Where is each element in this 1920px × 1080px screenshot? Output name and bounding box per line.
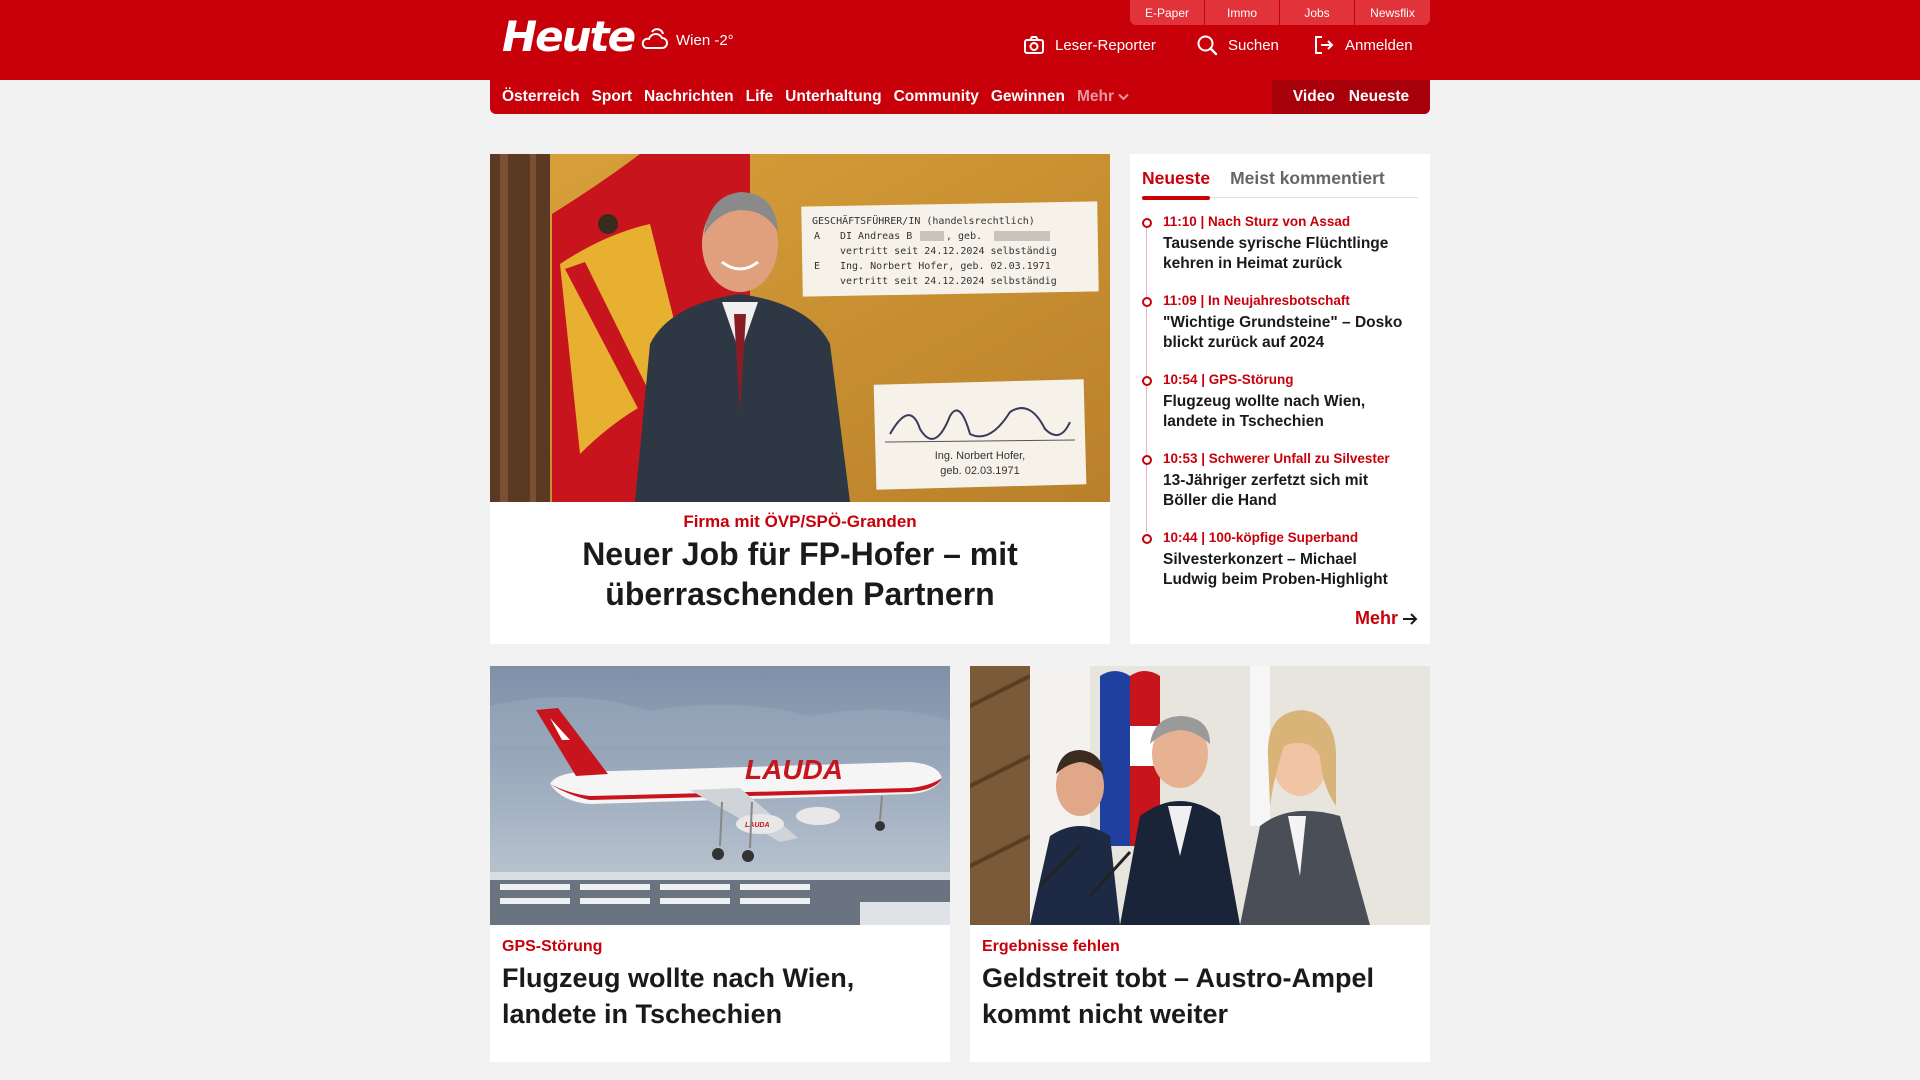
article-card-image[interactable]: LAUDA LAUDA: [490, 666, 950, 925]
chevron-down-icon: [1118, 93, 1129, 101]
nav-more-label: Mehr: [1076, 88, 1114, 105]
arrow-right-icon: [1403, 612, 1418, 625]
article-card-kicker: Ergebnisse fehlen: [982, 938, 1120, 955]
nav-item-life[interactable]: Life: [746, 88, 774, 106]
doc-line-a-suffix: , geb.: [946, 231, 982, 242]
nav-item-nachrichten[interactable]: Nachrichten: [644, 88, 734, 106]
news-title[interactable]: "Wichtige Grundsteine" – Dosko blickt zu…: [1163, 313, 1413, 353]
doc-line-a-letter: A: [814, 231, 820, 242]
main-navigation: Österreich Sport Nachrichten Life Unterh…: [490, 80, 1430, 114]
camera-icon: [1024, 36, 1044, 54]
service-link-newsflix[interactable]: Newsflix: [1355, 0, 1430, 25]
doc-line-a2: vertritt seit 24.12.2024 selbständig: [840, 246, 1057, 257]
news-meta: 10:53 | Schwerer Unfall zu Silvester: [1163, 451, 1390, 466]
lead-photo: GESCHÄFTSFÜHRER/IN (handelsrechtlich) A …: [490, 154, 1110, 502]
news-meta: 11:10 | Nach Sturz von Assad: [1163, 214, 1351, 229]
sidebar-more-link[interactable]: Mehr: [1355, 608, 1418, 629]
nav-item-community[interactable]: Community: [894, 88, 979, 106]
leser-reporter-label: Leser-Reporter: [1055, 36, 1156, 54]
timeline-dot: [1142, 534, 1152, 544]
tab-meist-kommentiert[interactable]: Meist kommentiert: [1230, 164, 1385, 198]
article-card-title[interactable]: Flugzeug wollte nach Wien, landete in Ts…: [502, 960, 942, 1032]
service-link-immo[interactable]: Immo: [1205, 0, 1280, 25]
doc-line-e: Ing. Norbert Hofer, geb. 02.03.1971: [840, 261, 1051, 272]
latest-news-sidebar: Neueste Meist kommentiert 11:10 | Nach S…: [1130, 154, 1430, 644]
lead-kicker: Firma mit ÖVP/SPÖ-Granden: [683, 512, 917, 531]
news-meta: 10:44 | 100-köpfige Superband: [1163, 530, 1359, 545]
site-logo[interactable]: Heute: [502, 12, 636, 61]
news-title[interactable]: 13-Jähriger zerfetzt sich mit Böller die…: [1163, 471, 1413, 511]
nav-item-unterhaltung[interactable]: Unterhaltung: [785, 88, 881, 106]
weather-widget[interactable]: Wien -2°: [638, 26, 734, 54]
sidebar-tabs: Neueste Meist kommentiert: [1142, 164, 1418, 200]
doc-line-e2: vertritt seit 24.12.2024 selbständig: [840, 276, 1057, 287]
doc-line-e-letter: E: [814, 261, 820, 272]
signature-date: geb. 02.03.1971: [940, 465, 1020, 477]
airplane-photo: LAUDA LAUDA: [490, 666, 950, 925]
service-link-jobs[interactable]: Jobs: [1280, 0, 1355, 25]
press-conference-photo: [970, 666, 1430, 925]
site-header: Heute Wien -2° E-Paper Immo Jobs Newsfli…: [0, 0, 1920, 80]
login-label: Anmelden: [1345, 36, 1413, 54]
news-title[interactable]: Flugzeug wollte nach Wien, landete in Ts…: [1163, 392, 1413, 432]
article-card[interactable]: Ergebnisse fehlen Geldstreit tobt – Aust…: [970, 666, 1430, 1062]
svg-text:LAUDA: LAUDA: [745, 822, 770, 829]
nav-more-dropdown[interactable]: Mehr: [1077, 88, 1129, 106]
nav-item-sport[interactable]: Sport: [592, 88, 632, 106]
timeline-dot: [1142, 297, 1152, 307]
lead-article[interactable]: GESCHÄFTSFÜHRER/IN (handelsrechtlich) A …: [490, 154, 1110, 644]
search-icon: [1197, 35, 1218, 56]
nav-item-oesterreich[interactable]: Österreich: [502, 88, 580, 106]
article-card-kicker: GPS-Störung: [502, 938, 603, 955]
lead-headline[interactable]: Neuer Job für FP-Hofer – mit überraschen…: [530, 534, 1070, 614]
news-title[interactable]: Tausende syrische Flüchtlinge kehren in …: [1163, 234, 1413, 274]
article-card-title[interactable]: Geldstreit tobt – Austro-Ampel kommt nic…: [982, 960, 1422, 1032]
nav-item-gewinnen[interactable]: Gewinnen: [991, 88, 1065, 106]
signature-name: Ing. Norbert Hofer,: [935, 450, 1026, 462]
sidebar-more-label: Mehr: [1354, 608, 1398, 628]
article-card-image[interactable]: [970, 666, 1430, 925]
service-links: E-Paper Immo Jobs Newsflix: [1130, 0, 1430, 25]
leser-reporter-button[interactable]: Leser-Reporter: [1023, 34, 1156, 56]
lead-article-image[interactable]: GESCHÄFTSFÜHRER/IN (handelsrechtlich) A …: [490, 154, 1110, 502]
timeline-dot: [1142, 376, 1152, 386]
login-button[interactable]: Anmelden: [1313, 34, 1413, 56]
tab-neueste[interactable]: Neueste: [1142, 164, 1211, 200]
timeline-dot: [1142, 218, 1152, 228]
news-meta: 10:54 | GPS-Störung: [1163, 372, 1294, 387]
doc-heading: GESCHÄFTSFÜHRER/IN (handelsrechtlich): [812, 214, 1035, 227]
news-meta: 11:09 | In Neujahresbotschaft: [1163, 293, 1350, 308]
nav-item-video[interactable]: Video: [1293, 88, 1335, 106]
search-label: Suchen: [1228, 36, 1279, 54]
weather-text: Wien -2°: [676, 31, 734, 49]
nav-item-neueste[interactable]: Neueste: [1349, 88, 1409, 106]
doc-line-a: DI Andreas B: [840, 231, 912, 242]
timeline-dot: [1142, 455, 1152, 465]
lauda-livery: LAUDA: [745, 754, 843, 785]
cloud-sun-icon: [641, 28, 668, 49]
login-icon: [1315, 36, 1334, 54]
search-button[interactable]: Suchen: [1196, 34, 1279, 56]
nav-right-group: Video Neueste: [1272, 80, 1430, 114]
news-title[interactable]: Silvesterkonzert – Michael Ludwig beim P…: [1163, 550, 1413, 590]
article-card[interactable]: LAUDA LAUDA GPS-Störung Flugzeug wollte …: [490, 666, 950, 1062]
service-link-epaper[interactable]: E-Paper: [1130, 0, 1205, 25]
